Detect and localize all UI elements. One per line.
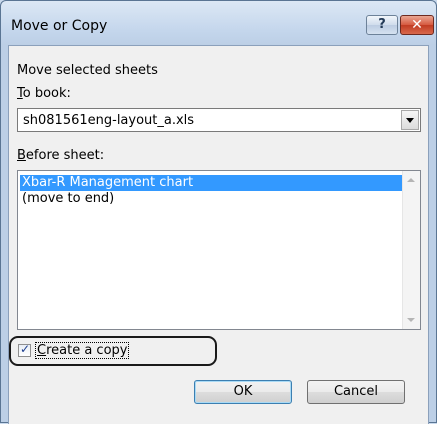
before-sheet-listbox[interactable]: Xbar-R Management chart (move to end) <box>17 170 421 330</box>
create-copy-label-text: reate a copy <box>46 343 128 358</box>
to-book-label-text: o book: <box>22 86 71 101</box>
cancel-button[interactable]: Cancel <box>307 380 405 404</box>
scroll-down-icon[interactable] <box>407 318 415 322</box>
to-book-dropdown[interactable]: sh081561eng-layout_a.xls <box>17 108 421 132</box>
create-copy-label[interactable]: Create a copy <box>34 342 130 359</box>
move-or-copy-dialog: Move or Copy ? ✕ Move selected sheets To… <box>0 0 437 424</box>
ok-button[interactable]: OK <box>194 380 292 404</box>
scroll-up-icon[interactable] <box>407 178 415 182</box>
title-bar[interactable]: Move or Copy ? ✕ <box>1 1 436 45</box>
help-button[interactable]: ? <box>366 15 398 35</box>
create-copy-checkbox[interactable] <box>18 342 31 357</box>
dialog-title: Move or Copy <box>11 18 108 34</box>
before-sheet-accelerator: B <box>17 148 26 163</box>
list-item[interactable]: (move to end) <box>20 191 114 207</box>
create-copy-accelerator: C <box>37 343 47 358</box>
before-sheet-label: Before sheet: <box>17 148 104 163</box>
listbox-scrollbar[interactable] <box>402 171 420 329</box>
close-button[interactable]: ✕ <box>400 15 434 35</box>
to-book-label: To book: <box>17 86 71 101</box>
before-sheet-label-text: efore sheet: <box>25 148 105 163</box>
chevron-down-icon[interactable] <box>401 110 419 130</box>
dialog-body: Move selected sheets To book: sh081561en… <box>8 45 429 424</box>
move-selected-sheets-label: Move selected sheets <box>17 63 158 78</box>
list-item[interactable]: Xbar-R Management chart <box>20 175 402 191</box>
to-book-value: sh081561eng-layout_a.xls <box>23 113 195 128</box>
